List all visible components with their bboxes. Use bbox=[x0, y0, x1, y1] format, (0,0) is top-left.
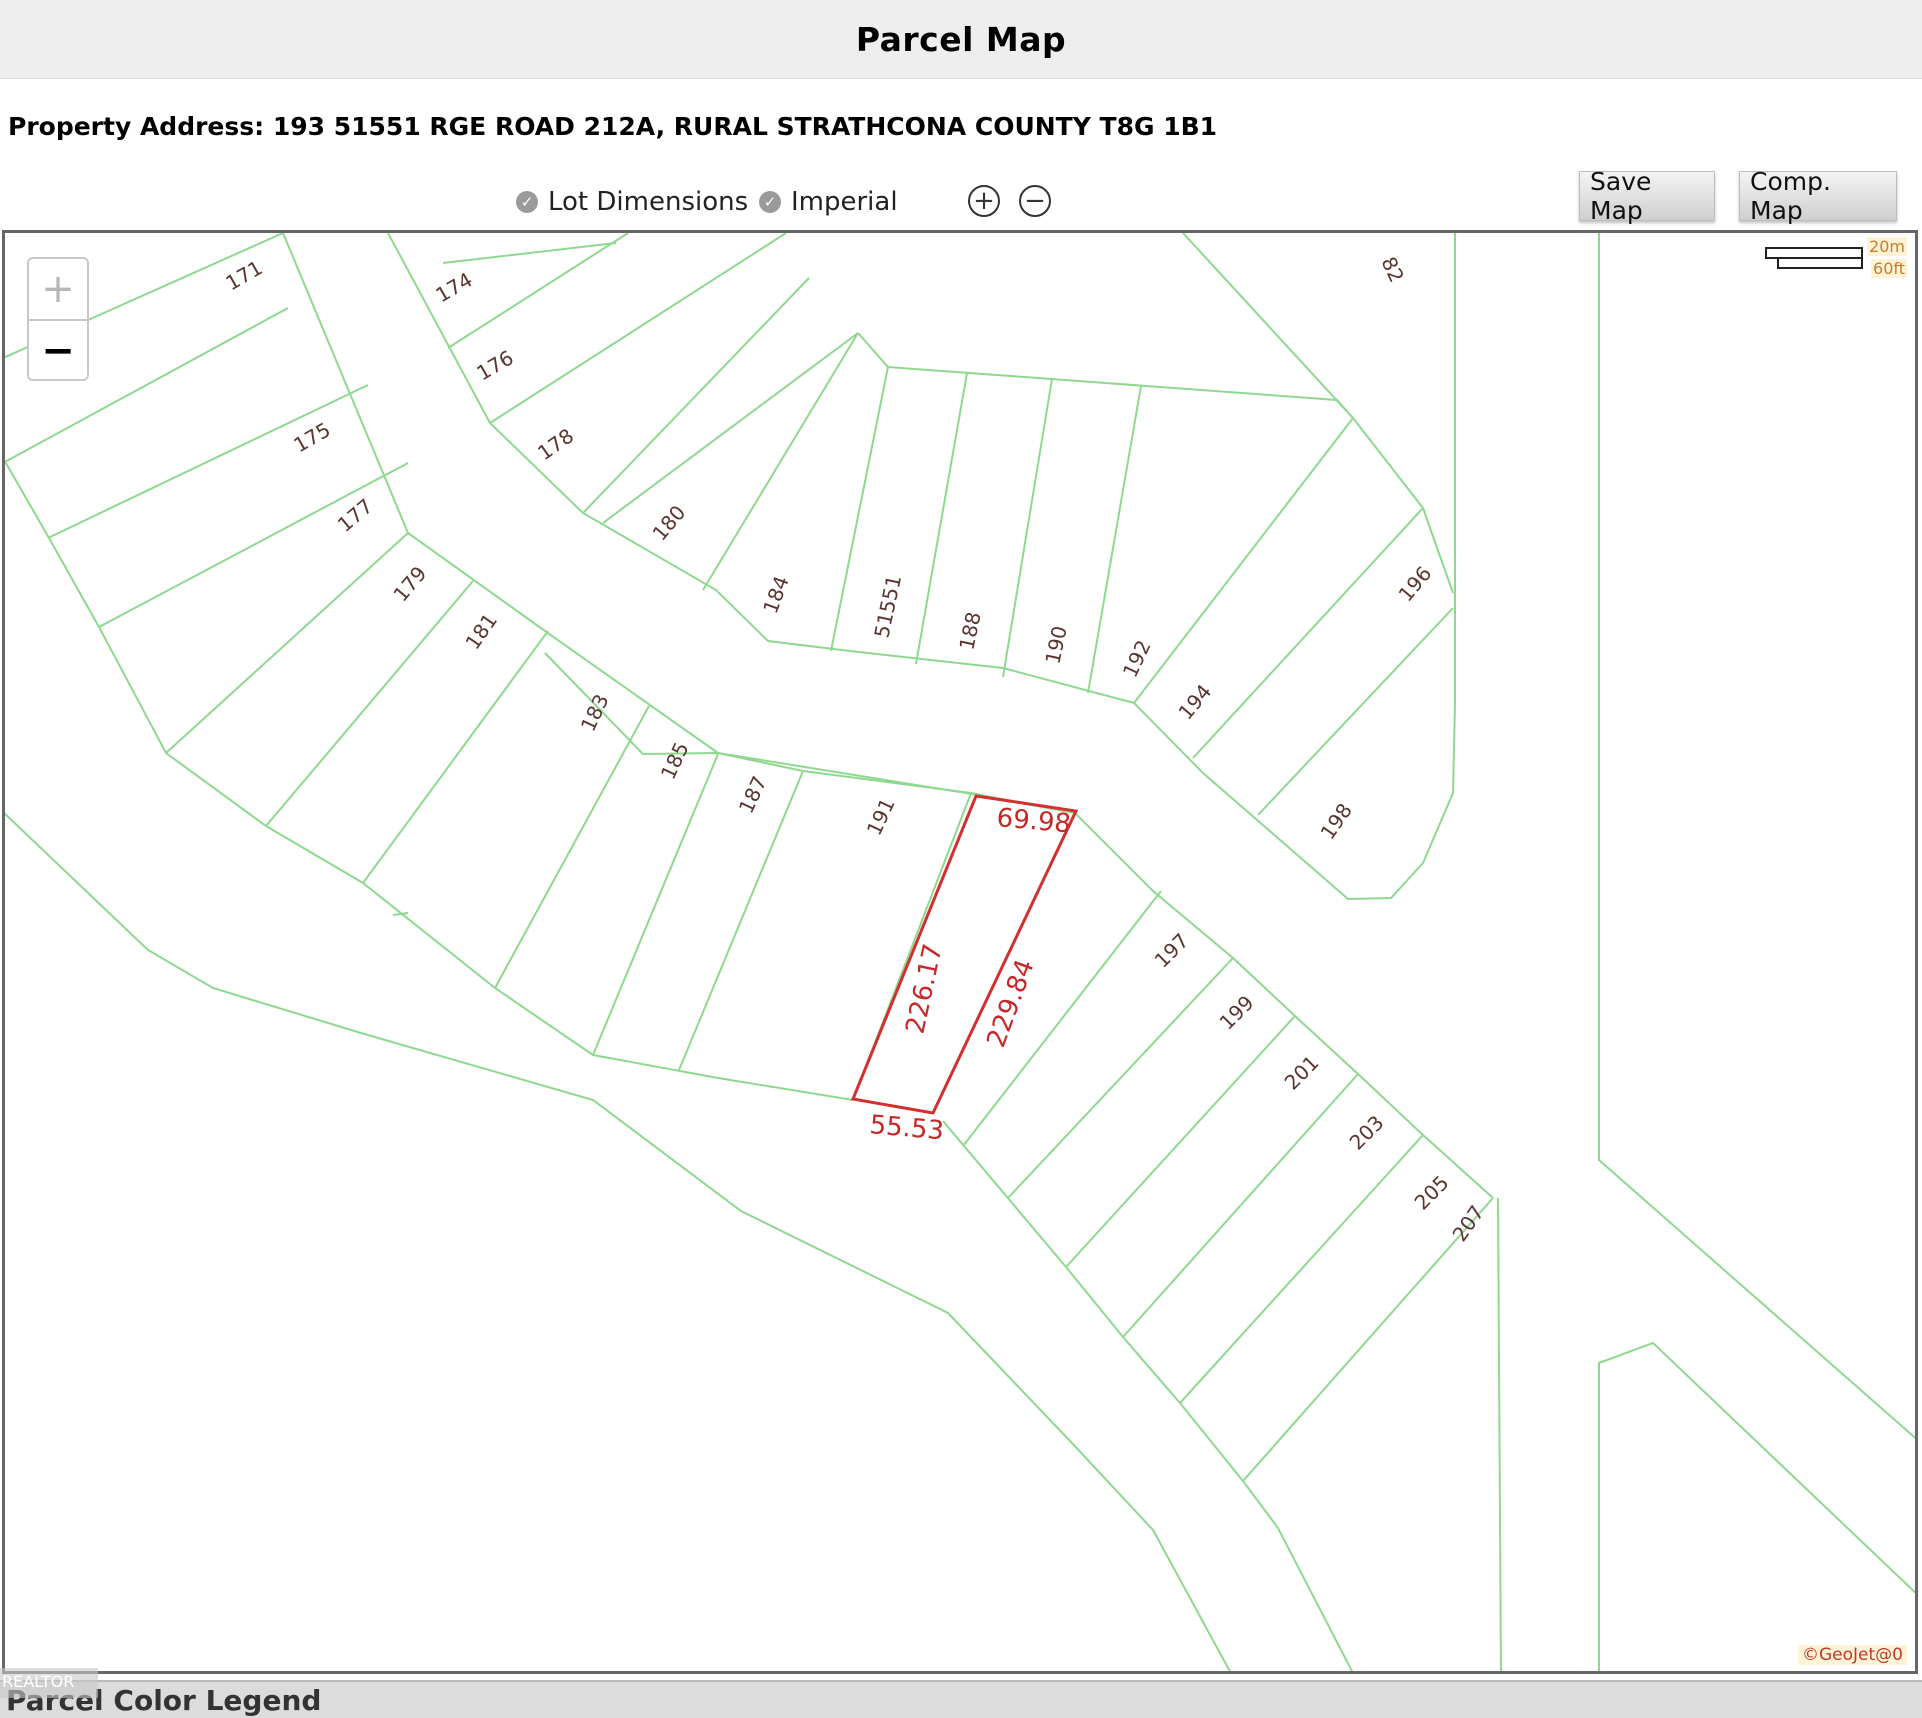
zoom-in-button[interactable]: + bbox=[968, 185, 1000, 217]
lot-label: 174 bbox=[432, 267, 477, 307]
lot-label: 190 bbox=[1040, 624, 1071, 666]
save-map-button[interactable]: Save Map bbox=[1579, 167, 1715, 225]
subject-lot-outline[interactable] bbox=[850, 794, 1079, 1115]
lot-label: 171 bbox=[222, 255, 267, 295]
scale-bar: 20m 60ft bbox=[1765, 237, 1907, 285]
lot-label: 197 bbox=[1150, 929, 1194, 973]
checkbox-checked-icon[interactable]: ✓ bbox=[516, 191, 538, 213]
scale-bar-graphic bbox=[1765, 247, 1863, 269]
lot-lines bbox=[5, 233, 1915, 1671]
lot-label: 199 bbox=[1215, 991, 1259, 1035]
watermark-logo: REALTOR bbox=[0, 1668, 98, 1698]
right-side-dimension: 229.84 bbox=[981, 956, 1040, 1052]
road-label: 82 bbox=[1376, 253, 1409, 286]
parcel-color-legend[interactable]: Parcel Color Legend bbox=[0, 1680, 1922, 1718]
back-dimension: 55.53 bbox=[868, 1110, 945, 1146]
lot-label: 179 bbox=[388, 562, 431, 607]
lot-label: 207 bbox=[1447, 1201, 1489, 1246]
lot-label: 192 bbox=[1118, 636, 1156, 681]
lot-label: 183 bbox=[576, 690, 614, 735]
scale-imperial: 60ft bbox=[1871, 259, 1907, 278]
lot-label: 184 bbox=[758, 573, 794, 617]
lot-label: 180 bbox=[647, 501, 690, 546]
lot-label: 175 bbox=[290, 417, 335, 457]
lot-label: 185 bbox=[656, 738, 694, 783]
lot-label: 194 bbox=[1173, 680, 1216, 725]
imperial-label: Imperial bbox=[791, 187, 898, 217]
front-dimension: 69.98 bbox=[995, 803, 1072, 839]
lot-label: 205 bbox=[1410, 1171, 1454, 1215]
lot-label: 198 bbox=[1315, 799, 1357, 844]
lot-dimensions-toggle[interactable]: ✓ Lot Dimensions bbox=[516, 187, 748, 217]
page-title: Parcel Map bbox=[855, 19, 1067, 59]
property-address: Property Address: 193 51551 RGE ROAD 212… bbox=[8, 112, 1218, 141]
checkbox-checked-icon[interactable]: ✓ bbox=[759, 191, 781, 213]
scale-metric: 20m bbox=[1867, 237, 1907, 256]
map-credit: ©GeoJet@0 bbox=[1798, 1645, 1907, 1665]
parcel-map-svg[interactable]: 171 174 176 175 178 177 180 179 181 184 … bbox=[5, 233, 1918, 1674]
parcel-map[interactable]: 171 174 176 175 178 177 180 179 181 184 … bbox=[2, 230, 1918, 1674]
comp-map-button[interactable]: Comp. Map bbox=[1739, 167, 1897, 225]
lot-label: 203 bbox=[1345, 1111, 1389, 1155]
map-zoom-in-button[interactable]: + bbox=[29, 259, 87, 321]
lot-label: 188 bbox=[954, 610, 985, 652]
lot-label: 51551 bbox=[869, 573, 906, 640]
zoom-out-button[interactable]: − bbox=[1019, 185, 1051, 217]
lot-dimensions-label: Lot Dimensions bbox=[548, 187, 749, 217]
lot-label: 178 bbox=[533, 424, 578, 466]
lot-label: 201 bbox=[1280, 1051, 1324, 1095]
lot-label: 187 bbox=[734, 772, 772, 817]
subject-lot-dimensions: 69.98 55.53 226.17 229.84 bbox=[868, 803, 1072, 1146]
lot-label: 196 bbox=[1393, 562, 1436, 607]
imperial-toggle[interactable]: ✓ Imperial bbox=[759, 187, 898, 217]
map-zoom-out-button[interactable]: − bbox=[29, 321, 87, 381]
title-bar: Parcel Map bbox=[0, 0, 1922, 79]
map-zoom-control: + − bbox=[27, 257, 89, 381]
lot-label: 176 bbox=[473, 345, 518, 385]
lot-label: 191 bbox=[862, 794, 900, 839]
lot-label: 181 bbox=[460, 609, 502, 654]
